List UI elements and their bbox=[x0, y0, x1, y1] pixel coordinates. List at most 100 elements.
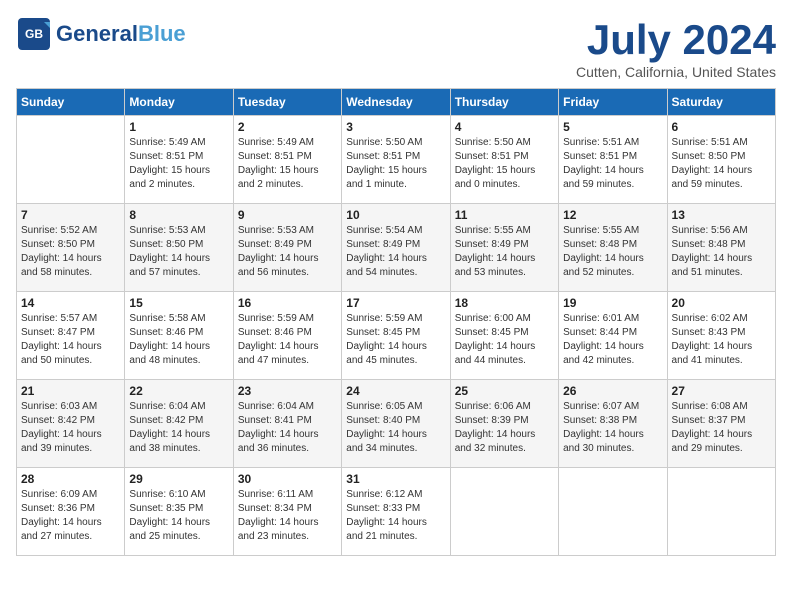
day-number: 16 bbox=[238, 296, 337, 310]
day-info: Sunrise: 5:53 AM Sunset: 8:50 PM Dayligh… bbox=[129, 224, 228, 280]
day-info: Sunrise: 6:11 AM Sunset: 8:34 PM Dayligh… bbox=[238, 488, 337, 544]
day-info: Sunrise: 6:09 AM Sunset: 8:36 PM Dayligh… bbox=[21, 488, 120, 544]
page-header: GB GeneralBlue July 2024 Cutten, Califor… bbox=[16, 16, 776, 80]
day-info: Sunrise: 5:58 AM Sunset: 8:46 PM Dayligh… bbox=[129, 312, 228, 368]
day-number: 28 bbox=[21, 472, 120, 486]
logo-icon: GB bbox=[16, 16, 52, 52]
calendar-cell: 30 Sunrise: 6:11 AM Sunset: 8:34 PM Dayli… bbox=[233, 468, 341, 556]
logo: GB GeneralBlue bbox=[16, 16, 186, 52]
calendar-cell: 13 Sunrise: 5:56 AM Sunset: 8:48 PM Dayli… bbox=[667, 204, 775, 292]
day-info: Sunrise: 6:04 AM Sunset: 8:42 PM Dayligh… bbox=[129, 400, 228, 456]
day-info: Sunrise: 5:52 AM Sunset: 8:50 PM Dayligh… bbox=[21, 224, 120, 280]
weekday-header-saturday: Saturday bbox=[667, 89, 775, 116]
weekday-header-thursday: Thursday bbox=[450, 89, 558, 116]
calendar-cell: 2 Sunrise: 5:49 AM Sunset: 8:51 PM Daylig… bbox=[233, 116, 341, 204]
day-number: 18 bbox=[455, 296, 554, 310]
day-number: 19 bbox=[563, 296, 662, 310]
day-number: 6 bbox=[672, 120, 771, 134]
calendar-cell: 31 Sunrise: 6:12 AM Sunset: 8:33 PM Dayli… bbox=[342, 468, 450, 556]
day-info: Sunrise: 6:12 AM Sunset: 8:33 PM Dayligh… bbox=[346, 488, 445, 544]
calendar-cell bbox=[17, 116, 125, 204]
week-row-2: 7 Sunrise: 5:52 AM Sunset: 8:50 PM Daylig… bbox=[17, 204, 776, 292]
calendar-cell: 25 Sunrise: 6:06 AM Sunset: 8:39 PM Dayli… bbox=[450, 380, 558, 468]
week-row-4: 21 Sunrise: 6:03 AM Sunset: 8:42 PM Dayli… bbox=[17, 380, 776, 468]
day-number: 20 bbox=[672, 296, 771, 310]
day-number: 12 bbox=[563, 208, 662, 222]
day-info: Sunrise: 5:54 AM Sunset: 8:49 PM Dayligh… bbox=[346, 224, 445, 280]
weekday-header-tuesday: Tuesday bbox=[233, 89, 341, 116]
day-number: 9 bbox=[238, 208, 337, 222]
calendar-cell bbox=[667, 468, 775, 556]
day-info: Sunrise: 5:51 AM Sunset: 8:50 PM Dayligh… bbox=[672, 136, 771, 192]
day-info: Sunrise: 5:56 AM Sunset: 8:48 PM Dayligh… bbox=[672, 224, 771, 280]
day-info: Sunrise: 6:02 AM Sunset: 8:43 PM Dayligh… bbox=[672, 312, 771, 368]
day-info: Sunrise: 6:06 AM Sunset: 8:39 PM Dayligh… bbox=[455, 400, 554, 456]
day-number: 4 bbox=[455, 120, 554, 134]
day-number: 30 bbox=[238, 472, 337, 486]
calendar-cell: 16 Sunrise: 5:59 AM Sunset: 8:46 PM Dayli… bbox=[233, 292, 341, 380]
calendar-cell: 27Sunrise: 6:08 AM Sunset: 8:37 PM Dayli… bbox=[667, 380, 775, 468]
calendar-cell: 12 Sunrise: 5:55 AM Sunset: 8:48 PM Dayli… bbox=[559, 204, 667, 292]
calendar-cell: 14 Sunrise: 5:57 AM Sunset: 8:47 PM Dayli… bbox=[17, 292, 125, 380]
calendar-cell: 19 Sunrise: 6:01 AM Sunset: 8:44 PM Dayli… bbox=[559, 292, 667, 380]
weekday-header-wednesday: Wednesday bbox=[342, 89, 450, 116]
calendar-cell: 4 Sunrise: 5:50 AM Sunset: 8:51 PM Daylig… bbox=[450, 116, 558, 204]
day-number: 25 bbox=[455, 384, 554, 398]
day-info: Sunrise: 5:50 AM Sunset: 8:51 PM Dayligh… bbox=[455, 136, 554, 192]
day-info: Sunrise: 5:50 AM Sunset: 8:51 PM Dayligh… bbox=[346, 136, 445, 192]
day-info: Sunrise: 5:55 AM Sunset: 8:48 PM Dayligh… bbox=[563, 224, 662, 280]
day-info: Sunrise: 5:49 AM Sunset: 8:51 PM Dayligh… bbox=[238, 136, 337, 192]
day-info: Sunrise: 5:51 AM Sunset: 8:51 PM Dayligh… bbox=[563, 136, 662, 192]
day-number: 8 bbox=[129, 208, 228, 222]
day-number: 31 bbox=[346, 472, 445, 486]
day-number: 10 bbox=[346, 208, 445, 222]
weekday-header-monday: Monday bbox=[125, 89, 233, 116]
day-number: 29 bbox=[129, 472, 228, 486]
title-block: July 2024 Cutten, California, United Sta… bbox=[576, 16, 776, 80]
weekday-header-friday: Friday bbox=[559, 89, 667, 116]
month-title: July 2024 bbox=[576, 16, 776, 64]
day-info: Sunrise: 6:03 AM Sunset: 8:42 PM Dayligh… bbox=[21, 400, 120, 456]
week-row-3: 14 Sunrise: 5:57 AM Sunset: 8:47 PM Dayli… bbox=[17, 292, 776, 380]
day-info: Sunrise: 6:05 AM Sunset: 8:40 PM Dayligh… bbox=[346, 400, 445, 456]
week-row-1: 1 Sunrise: 5:49 AM Sunset: 8:51 PM Daylig… bbox=[17, 116, 776, 204]
day-info: Sunrise: 6:10 AM Sunset: 8:35 PM Dayligh… bbox=[129, 488, 228, 544]
day-info: Sunrise: 6:01 AM Sunset: 8:44 PM Dayligh… bbox=[563, 312, 662, 368]
day-number: 1 bbox=[129, 120, 228, 134]
location: Cutten, California, United States bbox=[576, 64, 776, 80]
calendar-cell: 21 Sunrise: 6:03 AM Sunset: 8:42 PM Dayli… bbox=[17, 380, 125, 468]
day-number: 2 bbox=[238, 120, 337, 134]
calendar-cell: 18Sunrise: 6:00 AM Sunset: 8:45 PM Dayli… bbox=[450, 292, 558, 380]
day-info: Sunrise: 6:04 AM Sunset: 8:41 PM Dayligh… bbox=[238, 400, 337, 456]
day-info: Sunrise: 5:53 AM Sunset: 8:49 PM Dayligh… bbox=[238, 224, 337, 280]
day-number: 7 bbox=[21, 208, 120, 222]
day-number: 23 bbox=[238, 384, 337, 398]
calendar-table: SundayMondayTuesdayWednesdayThursdayFrid… bbox=[16, 88, 776, 556]
day-info: Sunrise: 5:49 AM Sunset: 8:51 PM Dayligh… bbox=[129, 136, 228, 192]
calendar-cell: 29 Sunrise: 6:10 AM Sunset: 8:35 PM Dayli… bbox=[125, 468, 233, 556]
week-row-5: 28 Sunrise: 6:09 AM Sunset: 8:36 PM Dayli… bbox=[17, 468, 776, 556]
day-number: 22 bbox=[129, 384, 228, 398]
svg-text:GB: GB bbox=[25, 27, 43, 41]
day-number: 13 bbox=[672, 208, 771, 222]
weekday-header-sunday: Sunday bbox=[17, 89, 125, 116]
day-info: Sunrise: 5:55 AM Sunset: 8:49 PM Dayligh… bbox=[455, 224, 554, 280]
day-info: Sunrise: 6:07 AM Sunset: 8:38 PM Dayligh… bbox=[563, 400, 662, 456]
calendar-cell: 3 Sunrise: 5:50 AM Sunset: 8:51 PM Daylig… bbox=[342, 116, 450, 204]
calendar-cell bbox=[559, 468, 667, 556]
day-number: 14 bbox=[21, 296, 120, 310]
day-number: 3 bbox=[346, 120, 445, 134]
logo-text: GeneralBlue bbox=[56, 21, 186, 47]
day-number: 26 bbox=[563, 384, 662, 398]
day-info: Sunrise: 5:57 AM Sunset: 8:47 PM Dayligh… bbox=[21, 312, 120, 368]
day-number: 17 bbox=[346, 296, 445, 310]
calendar-cell: 11 Sunrise: 5:55 AM Sunset: 8:49 PM Dayli… bbox=[450, 204, 558, 292]
day-number: 21 bbox=[21, 384, 120, 398]
calendar-cell: 22 Sunrise: 6:04 AM Sunset: 8:42 PM Dayli… bbox=[125, 380, 233, 468]
calendar-cell: 26 Sunrise: 6:07 AM Sunset: 8:38 PM Dayli… bbox=[559, 380, 667, 468]
calendar-cell: 1 Sunrise: 5:49 AM Sunset: 8:51 PM Daylig… bbox=[125, 116, 233, 204]
day-number: 11 bbox=[455, 208, 554, 222]
day-info: Sunrise: 5:59 AM Sunset: 8:46 PM Dayligh… bbox=[238, 312, 337, 368]
calendar-cell: 9 Sunrise: 5:53 AM Sunset: 8:49 PM Daylig… bbox=[233, 204, 341, 292]
calendar-cell: 23 Sunrise: 6:04 AM Sunset: 8:41 PM Dayli… bbox=[233, 380, 341, 468]
